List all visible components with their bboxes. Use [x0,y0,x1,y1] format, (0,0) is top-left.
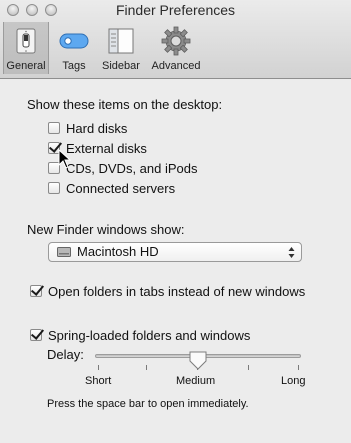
slider-tick [146,365,147,370]
switch-icon [16,28,36,54]
hard-disk-icon [57,247,71,257]
gear-icon [161,26,191,56]
tab-tags[interactable]: Tags [52,22,96,74]
new-window-location-value: Macintosh HD [77,244,159,259]
tick-label-short: Short [85,375,112,387]
open-in-tabs-label: Open folders in tabs instead of new wind… [48,284,306,299]
tab-sidebar-label: Sidebar [102,60,140,72]
new-window-location-popup[interactable]: Macintosh HD [48,242,302,262]
tab-sidebar[interactable]: Sidebar [98,22,144,74]
tab-general[interactable]: General [3,22,49,74]
tick-label-medium: Medium [176,375,216,387]
delay-slider-thumb[interactable] [188,350,208,370]
hard-disks-label: Hard disks [66,121,128,136]
connected-servers-checkbox-box[interactable] [48,182,60,194]
tab-general-label: General [6,60,46,72]
sidebar-icon [108,28,134,54]
mouse-pointer-icon [58,149,72,169]
cds-dvds-ipods-label: CDs, DVDs, and iPods [66,161,198,176]
slider-tick [248,365,249,370]
spring-loaded-checkbox-box[interactable] [30,329,42,341]
new-window-heading: New Finder windows show: [27,222,185,237]
slider-tick [298,365,299,370]
window-title: Finder Preferences [115,2,236,18]
external-disks-label: External disks [66,141,147,156]
spring-hint: Press the space bar to open immediately. [47,398,249,410]
tab-advanced[interactable]: Advanced [147,22,205,74]
delay-label: Delay: [47,347,84,362]
tab-advanced-label: Advanced [151,60,201,72]
hard-disks-checkbox-box[interactable] [48,122,60,134]
desktop-items-heading: Show these items on the desktop: [27,97,223,112]
spring-loaded-label: Spring-loaded folders and windows [48,328,251,343]
connected-servers-label: Connected servers [66,181,176,196]
finder-preferences-window: Finder Preferences General Tags Sidebar … [0,0,351,443]
open-in-tabs-checkbox-box[interactable] [30,285,42,297]
tag-icon [59,33,89,49]
popup-arrows-icon [288,247,295,258]
title-bar: Finder Preferences General Tags Sidebar … [0,0,351,79]
slider-tick [98,365,99,370]
tab-tags-label: Tags [62,60,86,72]
tick-label-long: Long [281,375,306,387]
